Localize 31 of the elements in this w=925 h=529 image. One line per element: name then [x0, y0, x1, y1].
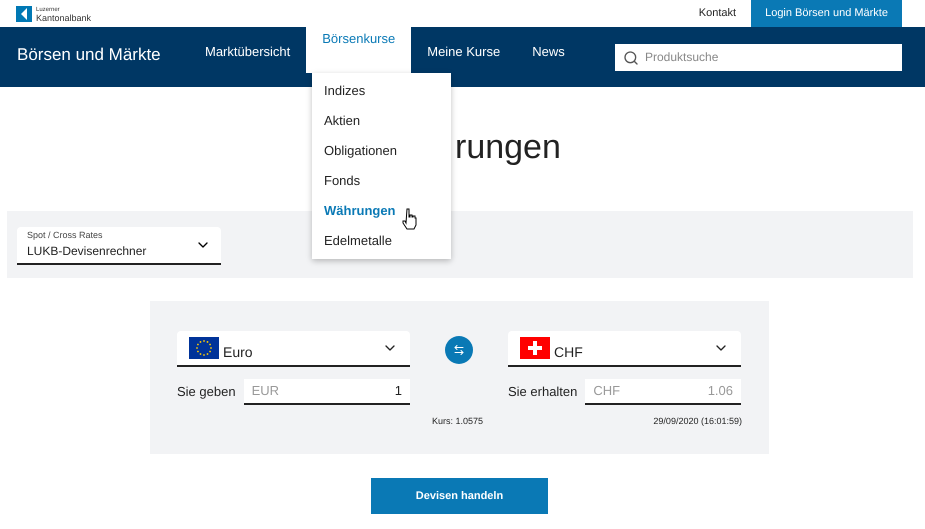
menu-item[interactable]: Indizes [312, 76, 451, 106]
nav-tab[interactable]: News [516, 31, 581, 73]
rate-timestamp: 29/09/2020 (16:01:59) [653, 415, 742, 428]
search-icon [623, 50, 639, 66]
page-title: rungen [455, 127, 561, 168]
nav-tab[interactable]: Meine Kurse [411, 31, 516, 73]
amount-label: Sie geben [177, 383, 236, 402]
amount-field[interactable]: EUR 1 [244, 379, 410, 405]
search-field[interactable]: Produktsuche [615, 44, 902, 70]
swap-arrows-icon [453, 344, 465, 356]
eu-flag-icon [189, 337, 219, 359]
nav-tab[interactable]: Marktübersicht [189, 31, 306, 73]
exchange-rate: Kurs: 1.0575 [432, 415, 484, 428]
rate-type-select[interactable]: Spot / Cross Rates LUKB-Devisenrechner [17, 226, 221, 264]
logo-text: Kantonalbank [36, 14, 92, 22]
menu-item[interactable]: Fonds [312, 166, 451, 196]
currency-select[interactable]: Euro [177, 331, 410, 367]
amount-label: Sie erhalten [508, 383, 578, 402]
trade-button[interactable]: Devisen handeln [371, 478, 548, 514]
contact-link[interactable]: Kontakt [698, 5, 736, 22]
hand-cursor-icon [402, 208, 418, 230]
menu-item[interactable]: Aktien [312, 106, 451, 136]
swiss-flag-icon [520, 337, 550, 359]
logo-icon [16, 6, 32, 22]
menu-item[interactable]: Obligationen [312, 136, 451, 166]
currency-select[interactable]: CHF [508, 331, 741, 367]
site-title: Börsen und Märkte [17, 44, 162, 66]
login-button[interactable]: Login Börsen und Märkte [751, 0, 902, 27]
menu-item[interactable]: Edelmetalle [312, 226, 451, 256]
swap-button[interactable] [445, 336, 473, 364]
menu-item[interactable]: Währungen [312, 196, 451, 226]
